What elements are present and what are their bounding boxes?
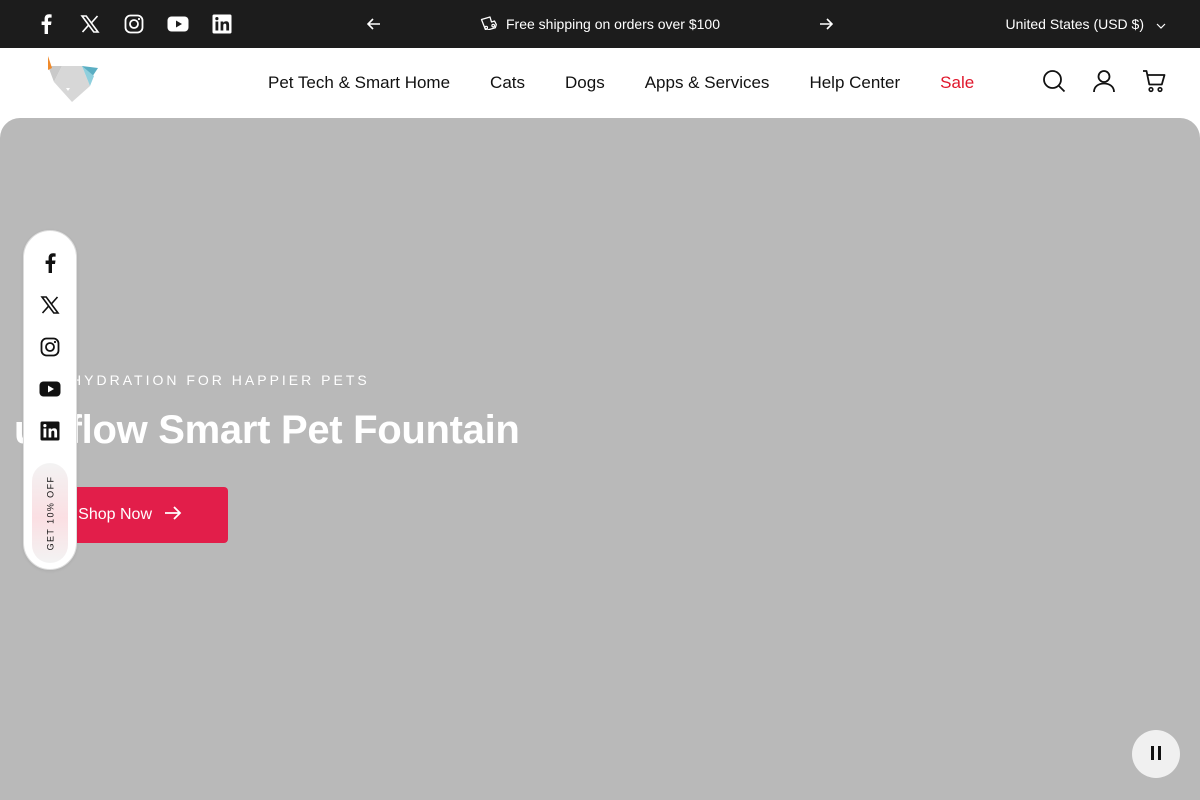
shop-now-label: Shop Now bbox=[78, 506, 152, 523]
instagram-icon[interactable] bbox=[39, 336, 61, 358]
header-actions bbox=[1042, 69, 1166, 93]
youtube-icon[interactable] bbox=[166, 12, 190, 36]
country-selector[interactable]: United States (USD $) bbox=[1006, 0, 1167, 48]
site-header: Pet Tech & Smart Home Cats Dogs Apps & S… bbox=[0, 48, 1200, 118]
search-icon[interactable] bbox=[1042, 69, 1066, 93]
instagram-icon[interactable] bbox=[122, 12, 146, 36]
x-icon[interactable] bbox=[39, 294, 61, 316]
nav-apps-services[interactable]: Apps & Services bbox=[645, 73, 770, 93]
chevron-down-icon bbox=[1156, 16, 1166, 32]
announcement-next-arrow-icon[interactable] bbox=[814, 12, 838, 36]
cart-icon[interactable] bbox=[1142, 69, 1166, 93]
linkedin-icon[interactable] bbox=[39, 420, 61, 442]
facebook-icon[interactable] bbox=[34, 12, 58, 36]
slideshow-pause-button[interactable] bbox=[1132, 730, 1180, 778]
nav-cats[interactable]: Cats bbox=[490, 73, 525, 93]
hero-eyebrow: RT HYDRATION FOR HAPPIER PETS bbox=[40, 372, 370, 388]
brand-logo[interactable] bbox=[44, 54, 102, 104]
announcement-socials bbox=[34, 12, 234, 36]
announcement-message: Free shipping on orders over $100 bbox=[400, 0, 800, 48]
youtube-icon[interactable] bbox=[39, 378, 61, 400]
nav-dogs[interactable]: Dogs bbox=[565, 73, 605, 93]
hero-banner: RT HYDRATION FOR HAPPIER PETS urrflow Sm… bbox=[0, 118, 1200, 800]
linkedin-icon[interactable] bbox=[210, 12, 234, 36]
x-icon[interactable] bbox=[78, 12, 102, 36]
country-label: United States (USD $) bbox=[1005, 16, 1145, 32]
main-nav: Pet Tech & Smart Home Cats Dogs Apps & S… bbox=[268, 48, 974, 118]
hero-title: urrflow Smart Pet Fountain bbox=[14, 408, 520, 452]
arrow-right-icon bbox=[164, 505, 182, 525]
floating-social-sidebar: GET 10% OFF bbox=[23, 230, 77, 570]
account-icon[interactable] bbox=[1092, 69, 1116, 93]
nav-pet-tech[interactable]: Pet Tech & Smart Home bbox=[268, 73, 450, 93]
nav-help-center[interactable]: Help Center bbox=[809, 73, 900, 93]
nav-sale[interactable]: Sale bbox=[940, 73, 974, 93]
pause-icon bbox=[1150, 745, 1162, 764]
announcement-text: Free shipping on orders over $100 bbox=[505, 16, 721, 32]
announcement-bar: Free shipping on orders over $100 United… bbox=[0, 0, 1200, 48]
get-discount-tab[interactable]: GET 10% OFF bbox=[32, 463, 68, 563]
hero-content: RT HYDRATION FOR HAPPIER PETS urrflow Sm… bbox=[14, 372, 520, 543]
facebook-icon[interactable] bbox=[39, 252, 61, 274]
shop-now-button[interactable]: Shop Now bbox=[66, 487, 228, 543]
announcement-prev-arrow-icon[interactable] bbox=[362, 12, 386, 36]
truck-icon bbox=[480, 15, 498, 33]
discount-label: GET 10% OFF bbox=[45, 475, 55, 551]
